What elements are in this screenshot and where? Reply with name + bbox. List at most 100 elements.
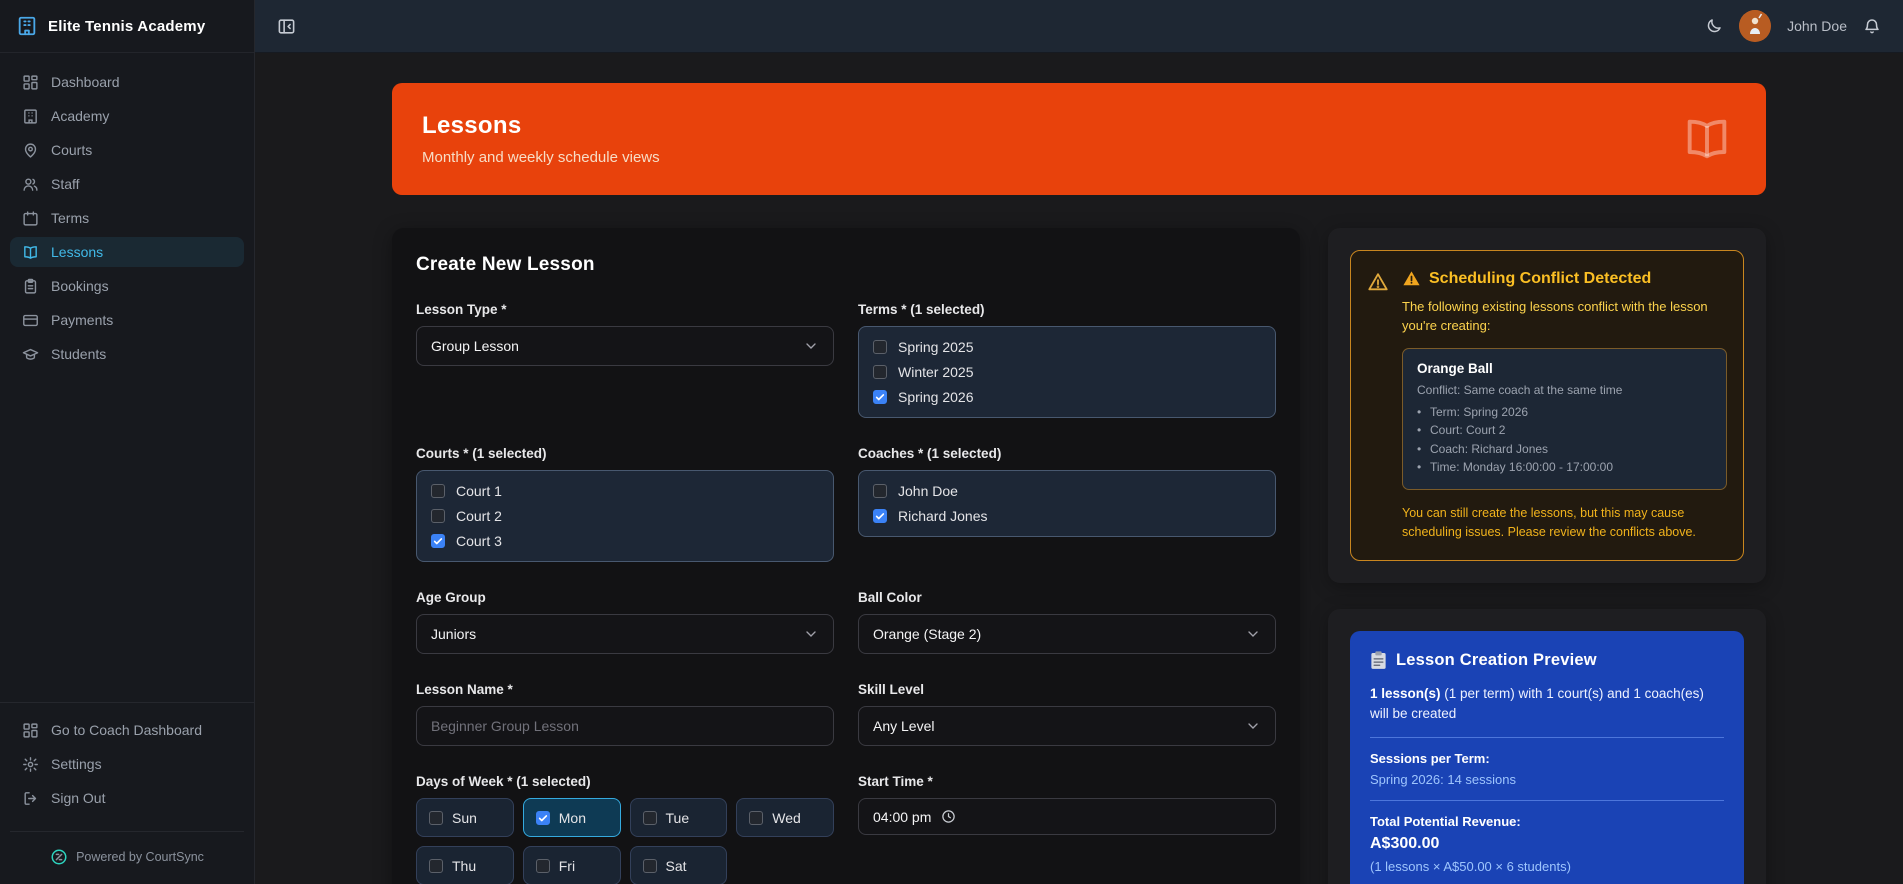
sidebar-item-terms[interactable]: Terms bbox=[10, 203, 244, 233]
dark-mode-toggle-moon-icon[interactable] bbox=[1705, 17, 1723, 35]
user-name[interactable]: John Doe bbox=[1787, 18, 1847, 34]
sessions-per-term-label: Sessions per Term: bbox=[1370, 751, 1490, 767]
coaches-checkbox-group: John Doe Richard Jones bbox=[858, 470, 1276, 537]
side-column: Scheduling Conflict Detected The followi… bbox=[1328, 228, 1766, 884]
term-option-winter-2025[interactable]: Winter 2025 bbox=[873, 364, 1261, 380]
courts-label: Courts * (1 selected) bbox=[416, 446, 547, 461]
day-button-fri[interactable]: Fri bbox=[522, 846, 621, 884]
sidebar-item-label: Courts bbox=[51, 142, 93, 158]
ball-color-select[interactable]: Orange (Stage 2) bbox=[858, 614, 1276, 654]
sidebar-item-students[interactable]: Students bbox=[10, 339, 244, 369]
day-button-wed[interactable]: Wed bbox=[736, 798, 834, 837]
lesson-name-input[interactable]: Beginner Group Lesson bbox=[416, 706, 834, 746]
sidebar-item-bookings[interactable]: Bookings bbox=[10, 271, 244, 301]
ball-color-field: Ball Color Orange (Stage 2) bbox=[858, 590, 1276, 654]
sidebar-item-lessons[interactable]: Lessons bbox=[10, 237, 244, 267]
checkbox-unchecked[interactable] bbox=[873, 340, 887, 354]
coaches-field: Coaches * (1 selected) John Doe Richard … bbox=[858, 446, 1276, 537]
check-icon bbox=[875, 392, 885, 402]
checkbox-unchecked[interactable] bbox=[431, 484, 445, 498]
building-icon bbox=[22, 108, 39, 125]
sidebar-item-label: Payments bbox=[51, 312, 114, 328]
days-of-week-field: Days of Week * (1 selected) Sun Mon Tue … bbox=[416, 774, 834, 884]
checkbox-unchecked bbox=[642, 810, 657, 825]
conflict-lesson-name: Orange Ball bbox=[1417, 360, 1493, 376]
sidebar: Elite Tennis Academy Dashboard Academy C… bbox=[0, 0, 255, 884]
checkbox-checked bbox=[535, 810, 550, 825]
chevron-down-icon bbox=[803, 338, 819, 354]
clock-icon[interactable] bbox=[941, 809, 956, 824]
checkbox-unchecked bbox=[749, 810, 764, 825]
days-of-week-label: Days of Week * (1 selected) bbox=[416, 774, 591, 789]
coach-option-john-doe[interactable]: John Doe bbox=[873, 483, 1261, 499]
sidebar-item-dashboard[interactable]: Dashboard bbox=[10, 67, 244, 97]
sidebar-item-academy[interactable]: Academy bbox=[10, 101, 244, 131]
sidebar-item-label: Academy bbox=[51, 108, 110, 124]
notifications-bell-icon[interactable] bbox=[1863, 17, 1881, 35]
checkbox-unchecked[interactable] bbox=[873, 365, 887, 379]
age-group-select[interactable]: Juniors bbox=[416, 614, 834, 654]
revenue-amount: A$300.00 bbox=[1370, 835, 1440, 853]
checkbox-unchecked[interactable] bbox=[431, 509, 445, 523]
day-button-mon[interactable]: Mon bbox=[522, 798, 621, 837]
sidebar-item-settings[interactable]: Settings bbox=[10, 749, 244, 779]
top-header: John Doe bbox=[255, 0, 1903, 53]
check-icon bbox=[433, 536, 443, 546]
checkbox-unchecked bbox=[429, 810, 443, 825]
scheduling-conflict-card: Scheduling Conflict Detected The followi… bbox=[1350, 250, 1744, 561]
coach-option-richard-jones[interactable]: Richard Jones bbox=[873, 508, 1261, 524]
lesson-name-field: Lesson Name * Beginner Group Lesson bbox=[416, 682, 834, 746]
checkbox-checked[interactable] bbox=[873, 509, 887, 523]
day-button-sun[interactable]: Sun bbox=[416, 798, 514, 837]
sidebar-item-label: Staff bbox=[51, 176, 80, 192]
gear-icon bbox=[22, 756, 39, 773]
sidebar-item-payments[interactable]: Payments bbox=[10, 305, 244, 335]
day-button-tue[interactable]: Tue bbox=[629, 798, 728, 837]
checkbox-unchecked[interactable] bbox=[873, 484, 887, 498]
conflict-detail-court: Court: Court 2 bbox=[1417, 421, 1712, 440]
sidebar-item-label: Terms bbox=[51, 210, 90, 226]
court-option-2[interactable]: Court 2 bbox=[431, 508, 819, 524]
main-content: Lessons Monthly and weekly schedule view… bbox=[255, 53, 1903, 884]
term-option-spring-2026[interactable]: Spring 2026 bbox=[873, 389, 1261, 405]
terms-field: Terms * (1 selected) Spring 2025 Winter … bbox=[858, 302, 1276, 418]
clipboard-icon bbox=[1370, 650, 1387, 670]
court-option-3[interactable]: Court 3 bbox=[431, 533, 819, 549]
open-book-icon bbox=[1678, 113, 1736, 165]
dashboard-grid-icon bbox=[22, 74, 39, 91]
age-group-label: Age Group bbox=[416, 590, 486, 605]
app-logo: Elite Tennis Academy bbox=[0, 0, 254, 53]
sidebar-item-staff[interactable]: Staff bbox=[10, 169, 244, 199]
skill-level-select[interactable]: Any Level bbox=[858, 706, 1276, 746]
calendar-icon bbox=[22, 210, 39, 227]
start-time-label: Start Time * bbox=[858, 774, 933, 789]
sidebar-collapse-icon[interactable] bbox=[277, 17, 296, 36]
sessions-per-term-value: Spring 2026: 14 sessions bbox=[1370, 772, 1516, 788]
sidebar-footer: Go to Coach Dashboard Settings Sign Out bbox=[0, 702, 254, 817]
clipboard-icon bbox=[22, 278, 39, 295]
sidebar-item-sign-out[interactable]: Sign Out bbox=[10, 783, 244, 813]
court-option-1[interactable]: Court 1 bbox=[431, 483, 819, 499]
revenue-label: Total Potential Revenue: bbox=[1370, 814, 1521, 830]
lesson-creation-preview-card: Lesson Creation Preview 1 lesson(s) (1 p… bbox=[1350, 630, 1744, 884]
lesson-type-select[interactable]: Group Lesson bbox=[416, 326, 834, 366]
day-button-thu[interactable]: Thu bbox=[416, 846, 514, 884]
user-avatar[interactable] bbox=[1739, 10, 1772, 42]
terms-label: Terms * (1 selected) bbox=[858, 302, 985, 317]
start-time-input[interactable]: 04:00 pm bbox=[858, 798, 1276, 835]
checkbox-unchecked bbox=[535, 858, 550, 873]
sidebar-item-label: Sign Out bbox=[51, 790, 106, 806]
map-pin-icon bbox=[22, 142, 39, 159]
checkbox-checked[interactable] bbox=[873, 390, 887, 404]
checkbox-checked[interactable] bbox=[431, 534, 445, 548]
day-button-sat[interactable]: Sat bbox=[629, 846, 728, 884]
lesson-type-field: Lesson Type * Group Lesson bbox=[416, 302, 834, 366]
checkbox-unchecked bbox=[642, 858, 657, 873]
sidebar-item-label: Go to Coach Dashboard bbox=[51, 722, 202, 738]
sidebar-item-courts[interactable]: Courts bbox=[10, 135, 244, 165]
term-option-spring-2025[interactable]: Spring 2025 bbox=[873, 339, 1261, 355]
academy-logo-icon bbox=[16, 15, 38, 37]
sidebar-item-coach-dashboard[interactable]: Go to Coach Dashboard bbox=[10, 715, 244, 745]
sidebar-item-label: Dashboard bbox=[51, 74, 120, 90]
page-subtitle: Monthly and weekly schedule views bbox=[422, 149, 660, 166]
